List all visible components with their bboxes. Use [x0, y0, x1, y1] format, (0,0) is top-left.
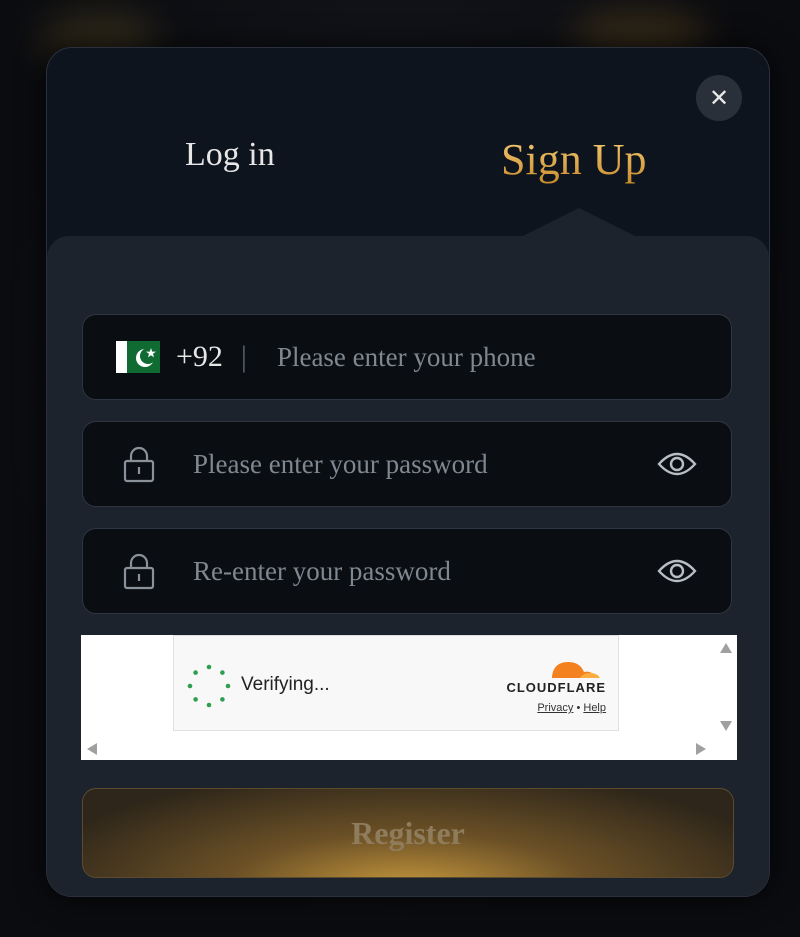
tab-signup[interactable]: Sign Up — [501, 134, 646, 185]
vertical-scrollbar[interactable] — [715, 635, 737, 737]
confirm-password-field[interactable]: Re-enter your password — [82, 528, 732, 614]
register-button[interactable]: Register — [82, 788, 734, 878]
eye-icon[interactable] — [657, 557, 697, 585]
scroll-down-arrow-icon[interactable] — [720, 721, 732, 731]
privacy-link[interactable]: Privacy — [537, 702, 573, 714]
phone-input[interactable]: Please enter your phone — [277, 342, 536, 373]
lock-icon — [123, 553, 155, 590]
phone-field[interactable]: +92 | Please enter your phone — [82, 314, 732, 400]
eye-icon[interactable] — [657, 450, 697, 478]
horizontal-scrollbar[interactable] — [81, 738, 715, 760]
help-link[interactable]: Help — [583, 702, 606, 714]
captcha-frame[interactable]: Verifying... CLOUDFLARE Privacy • Help — [81, 635, 737, 760]
captcha-links: Privacy • Help — [537, 702, 606, 714]
confirm-password-input[interactable]: Re-enter your password — [193, 556, 451, 587]
scroll-up-arrow-icon[interactable] — [720, 643, 732, 653]
cloudflare-widget[interactable]: Verifying... CLOUDFLARE Privacy • Help — [173, 635, 619, 731]
password-field[interactable]: Please enter your password — [82, 421, 732, 507]
password-input[interactable]: Please enter your password — [193, 449, 488, 480]
tab-login[interactable]: Log in — [185, 136, 275, 174]
cloudflare-brand: CLOUDFLARE — [506, 680, 606, 695]
pakistan-flag-icon[interactable] — [116, 341, 160, 373]
spinner-icon — [187, 664, 231, 708]
verifying-status: Verifying... — [241, 674, 330, 695]
active-tab-indicator — [519, 208, 639, 238]
scroll-left-arrow-icon[interactable] — [87, 743, 97, 755]
link-separator: • — [576, 702, 581, 714]
lock-icon — [123, 446, 155, 483]
signup-modal: ✕ Log in Sign Up +92 | Please enter your… — [46, 47, 770, 897]
scroll-right-arrow-icon[interactable] — [696, 743, 706, 755]
close-button[interactable]: ✕ — [696, 75, 742, 121]
separator: | — [240, 340, 247, 373]
close-icon: ✕ — [708, 84, 730, 112]
country-code[interactable]: +92 — [176, 340, 223, 374]
